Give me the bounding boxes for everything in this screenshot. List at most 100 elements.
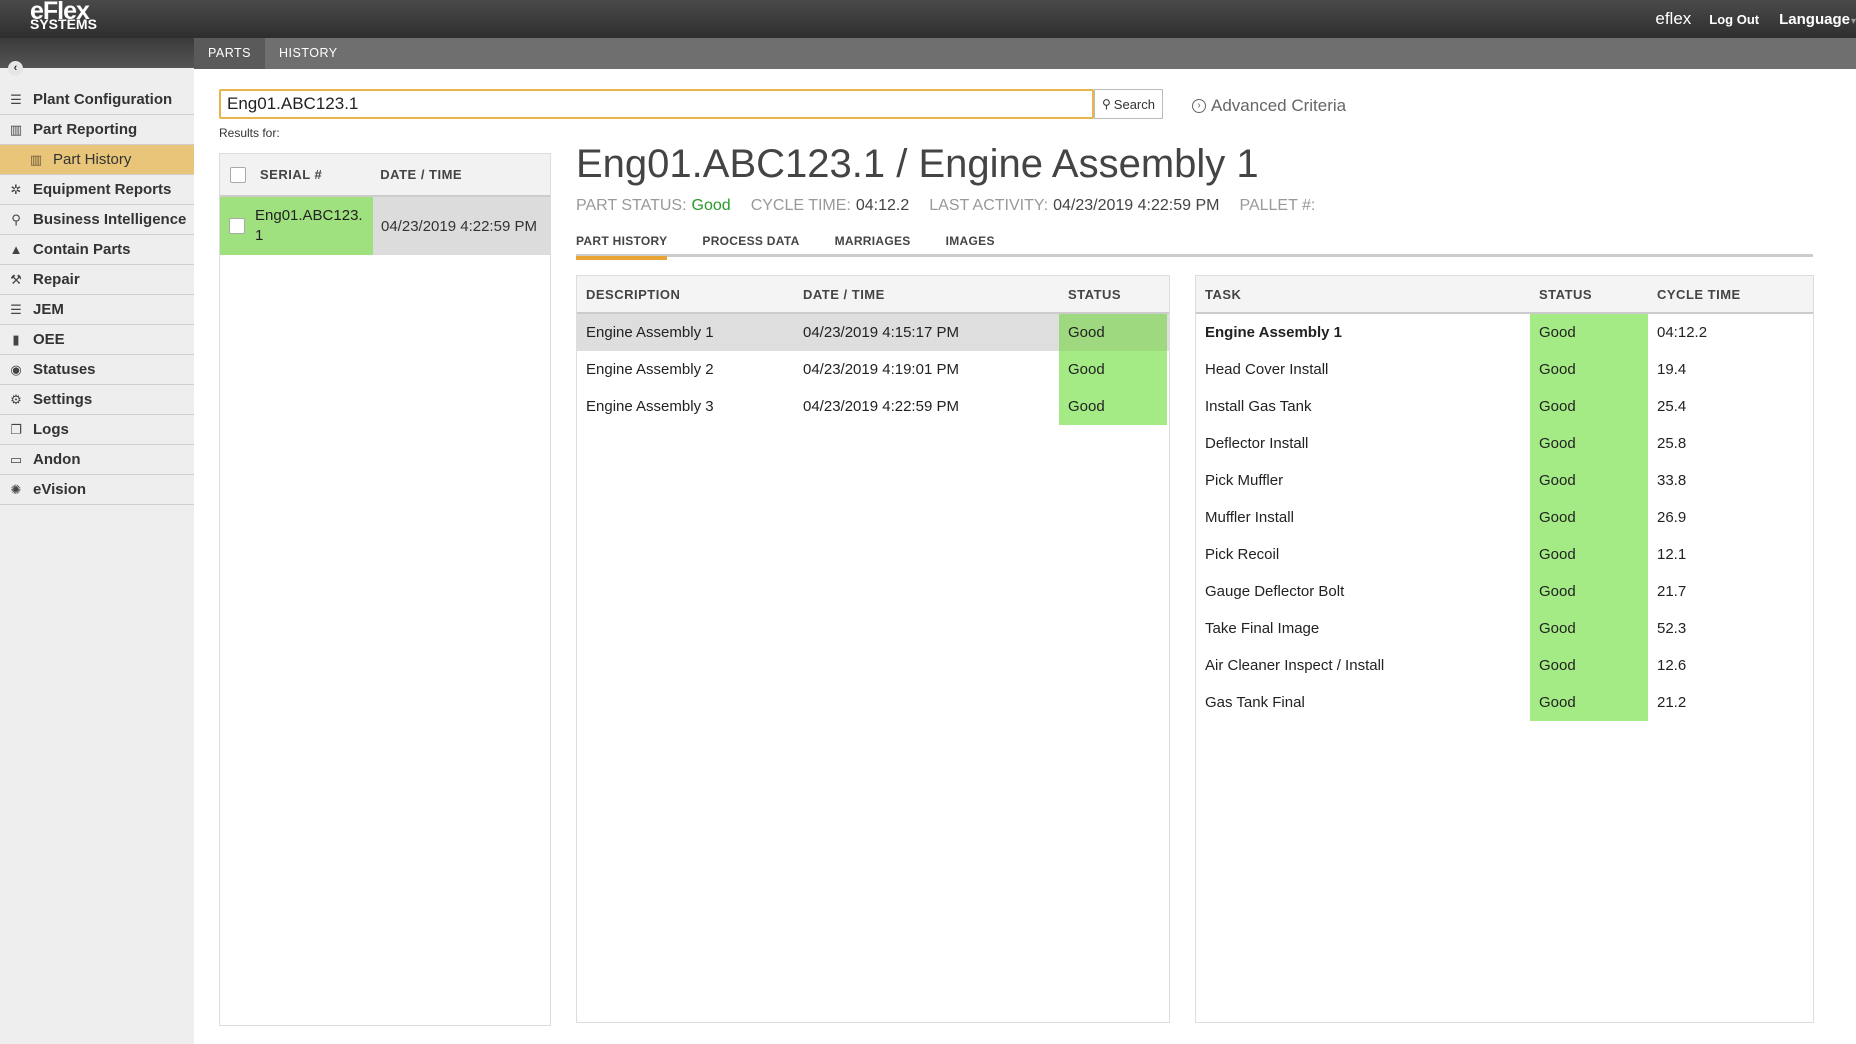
- search-input[interactable]: [219, 89, 1094, 119]
- status-cell: Good: [1530, 684, 1648, 721]
- serial-column-header[interactable]: SERIAL #: [260, 167, 322, 182]
- sidebar-item-label: Andon: [33, 451, 81, 468]
- sidebar-item-oee[interactable]: ▮ OEE: [0, 325, 194, 355]
- sidebar-item-contain-parts[interactable]: ▲ Contain Parts: [0, 235, 194, 265]
- sidebar-item-plant-configuration[interactable]: ☰ Plant Configuration: [0, 85, 194, 115]
- sidebar-item-part-reporting[interactable]: ▥ Part Reporting: [0, 115, 194, 145]
- tab-marriages[interactable]: MARRIAGES: [835, 231, 911, 257]
- table-row[interactable]: Install Gas Tank Good 25.4: [1196, 388, 1813, 425]
- serial-cell: Eng01.ABC123.1: [220, 197, 373, 255]
- search-icon: ⚲: [11, 211, 21, 227]
- task-table: TASK STATUS CYCLE TIME Engine Assembly 1…: [1195, 275, 1814, 1023]
- task-cell: Deflector Install: [1205, 435, 1309, 452]
- datetime-column-header[interactable]: DATE / TIME: [794, 276, 1059, 312]
- cycle-time-cell: 12.6: [1657, 657, 1687, 674]
- tab-history[interactable]: HISTORY: [265, 38, 352, 69]
- sidebar-item-label: Settings: [33, 391, 93, 408]
- table-row[interactable]: Engine Assembly 1 04/23/2019 4:15:17 PM …: [577, 314, 1169, 351]
- cogs-icon: ✲: [10, 181, 22, 197]
- header-tabs: PARTS HISTORY: [194, 38, 1856, 69]
- sidebar-item-repair[interactable]: ⚒ Repair: [0, 265, 194, 295]
- sidebar-nav: ☰ Plant Configuration ▥ Part Reporting ▥ Pa…: [0, 85, 194, 505]
- logout-link[interactable]: Log Out: [1709, 12, 1759, 27]
- status-cell: Good: [1059, 351, 1167, 388]
- sidebar-item-logs[interactable]: ❐ Logs: [0, 415, 194, 445]
- sidebar-item-part-history[interactable]: ▥ Part History: [0, 145, 194, 175]
- datetime-cell: 04/23/2019 4:22:59 PM: [803, 398, 959, 415]
- serial-datetime: 04/23/2019 4:22:59 PM: [373, 197, 550, 255]
- search-button[interactable]: ⚲ Search: [1094, 89, 1163, 119]
- sidebar-item-label: Plant Configuration: [33, 91, 173, 108]
- cycle-time-column-header[interactable]: CYCLE TIME: [1648, 276, 1813, 312]
- status-cell: Good: [1530, 647, 1648, 684]
- serial-list: SERIAL # DATE / TIME Eng01.ABC123.1 04/2…: [219, 153, 551, 1026]
- sidebar-item-evision[interactable]: ✺ eVision: [0, 475, 194, 505]
- cycle-time-cell: 21.2: [1657, 694, 1687, 711]
- table-row[interactable]: Engine Assembly 1 Good 04:12.2: [1196, 314, 1813, 351]
- task-cell: Head Cover Install: [1205, 361, 1329, 378]
- status-cell: Good: [1530, 573, 1648, 610]
- sidebar-item-business-intelligence[interactable]: ⚲ Business Intelligence: [0, 205, 194, 235]
- tab-images[interactable]: IMAGES: [946, 231, 995, 257]
- cycle-time-cell: 04:12.2: [1657, 324, 1708, 341]
- task-cell: Engine Assembly 1: [1205, 324, 1342, 341]
- sidebar-item-equipment-reports[interactable]: ✲ Equipment Reports: [0, 175, 194, 205]
- task-table-header: TASK STATUS CYCLE TIME: [1196, 276, 1813, 314]
- task-cell: Gauge Deflector Bolt: [1205, 583, 1345, 600]
- sidebar-item-label: Statuses: [33, 361, 96, 378]
- table-row[interactable]: Take Final Image Good 52.3: [1196, 610, 1813, 647]
- sidebar-item-jem[interactable]: ☰ JEM: [0, 295, 194, 325]
- task-cell: Muffler Install: [1205, 509, 1294, 526]
- cycle-time-cell: 21.7: [1657, 583, 1687, 600]
- tab-part-history[interactable]: PART HISTORY: [576, 231, 668, 260]
- table-row[interactable]: Deflector Install Good 25.8: [1196, 425, 1813, 462]
- part-summary: PART STATUS: Good CYCLE TIME: 04:12.2 LA…: [576, 197, 1320, 215]
- datetime-column-header[interactable]: DATE / TIME: [380, 167, 462, 182]
- status-cell: Good: [1530, 425, 1648, 462]
- row-checkbox[interactable]: [229, 218, 245, 234]
- advanced-criteria-link[interactable]: › Advanced Criteria: [1192, 96, 1346, 116]
- serial-list-header: SERIAL # DATE / TIME: [220, 154, 550, 197]
- sidebar: ‹ ☰ Plant Configuration ▥ Part Reporting ▥…: [0, 38, 194, 1044]
- bar-chart-icon: ▥: [9, 121, 23, 137]
- tab-process-data[interactable]: PROCESS DATA: [702, 231, 799, 257]
- status-column-header[interactable]: STATUS: [1059, 276, 1167, 312]
- sidebar-item-label: Part Reporting: [33, 121, 138, 138]
- language-label: Language: [1779, 10, 1850, 28]
- sidebar-item-andon[interactable]: ▭ Andon: [0, 445, 194, 475]
- task-cell: Install Gas Tank: [1205, 398, 1312, 415]
- language-menu[interactable]: Language▾: [1779, 11, 1856, 28]
- select-all-checkbox[interactable]: [230, 166, 246, 183]
- logo-line2: SYSTEMS: [30, 16, 97, 32]
- table-row[interactable]: Pick Recoil Good 12.1: [1196, 536, 1813, 573]
- description-column-header[interactable]: DESCRIPTION: [577, 276, 794, 312]
- pallet-label: PALLET #:: [1239, 197, 1316, 214]
- table-row[interactable]: Air Cleaner Inspect / Install Good 12.6: [1196, 647, 1813, 684]
- table-row[interactable]: Head Cover Install Good 19.4: [1196, 351, 1813, 388]
- status-cell: Good: [1059, 388, 1167, 425]
- wrench-icon: ⚒: [10, 271, 22, 287]
- part-status-label: PART STATUS:: [576, 197, 687, 214]
- top-right-controls: eflex Log Out Language▾: [1655, 0, 1856, 38]
- sidebar-item-settings[interactable]: ⚙ Settings: [0, 385, 194, 415]
- collapse-sidebar-icon[interactable]: ‹: [8, 61, 23, 76]
- history-table-header: DESCRIPTION DATE / TIME STATUS: [577, 276, 1169, 314]
- table-row[interactable]: Engine Assembly 3 04/23/2019 4:22:59 PM …: [577, 388, 1169, 425]
- description-cell: Engine Assembly 2: [586, 361, 714, 378]
- table-row[interactable]: Pick Muffler Good 33.8: [1196, 462, 1813, 499]
- status-column-header[interactable]: STATUS: [1530, 276, 1648, 312]
- advanced-criteria-label: Advanced Criteria: [1211, 96, 1347, 115]
- task-column-header[interactable]: TASK: [1196, 276, 1530, 312]
- cycle-time-cell: 26.9: [1657, 509, 1687, 526]
- list-icon: ☰: [10, 301, 22, 317]
- table-row[interactable]: Muffler Install Good 26.9: [1196, 499, 1813, 536]
- status-cell: Good: [1059, 314, 1167, 351]
- sidebar-item-statuses[interactable]: ◉ Statuses: [0, 355, 194, 385]
- table-row[interactable]: Gas Tank Final Good 21.2: [1196, 684, 1813, 721]
- table-row[interactable]: Gauge Deflector Bolt Good 21.7: [1196, 573, 1813, 610]
- table-row[interactable]: Engine Assembly 2 04/23/2019 4:19:01 PM …: [577, 351, 1169, 388]
- serial-row[interactable]: Eng01.ABC123.1 04/23/2019 4:22:59 PM: [220, 197, 550, 255]
- tab-parts[interactable]: PARTS: [194, 38, 266, 69]
- cycle-time-cell: 33.8: [1657, 472, 1687, 489]
- eflex-logo[interactable]: eFlex SYSTEMS: [30, 0, 97, 32]
